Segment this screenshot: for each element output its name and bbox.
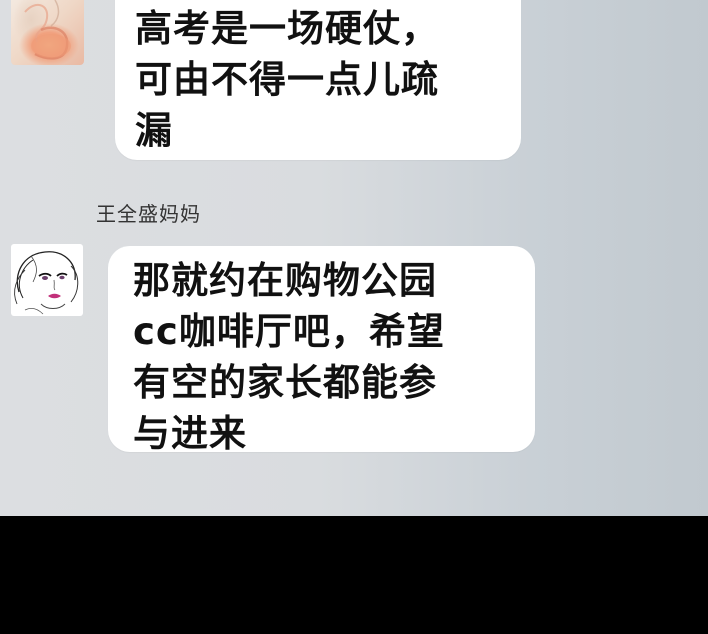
message-bubble[interactable]: 高考是一场硬仗， 可由不得一点儿疏 漏 bbox=[115, 0, 521, 160]
floral-illustration-avatar-icon bbox=[24, 0, 71, 60]
message-text: 那就约在购物公园 cc咖啡厅吧，希望 有空的家长都能参 与进来 bbox=[133, 255, 445, 459]
message-line: 有空的家长都能参 bbox=[133, 361, 437, 404]
message-text: 高考是一场硬仗， 可由不得一点儿疏 漏 bbox=[135, 3, 439, 156]
message-line: cc咖啡厅吧，希望 bbox=[133, 310, 445, 353]
sender-avatar[interactable] bbox=[11, 0, 84, 65]
chat-area: 高考是一场硬仗， 可由不得一点儿疏 漏 王全盛妈妈 那就约在购物公园 cc咖啡厅… bbox=[0, 0, 708, 516]
sketch-woman-face-avatar-icon bbox=[14, 251, 79, 315]
message-bubble[interactable]: 那就约在购物公园 cc咖啡厅吧，希望 有空的家长都能参 与进来 bbox=[108, 246, 535, 455]
message-line: 与进来 bbox=[133, 412, 247, 455]
message-line: 高考是一场硬仗， bbox=[135, 7, 439, 50]
message-line: 可由不得一点儿疏 bbox=[135, 58, 439, 101]
sender-avatar[interactable] bbox=[11, 244, 83, 316]
bottom-black-band bbox=[0, 516, 708, 634]
message-line: 那就约在购物公园 bbox=[133, 259, 437, 302]
message-line: 漏 bbox=[135, 109, 173, 152]
sender-name: 王全盛妈妈 bbox=[96, 202, 201, 226]
